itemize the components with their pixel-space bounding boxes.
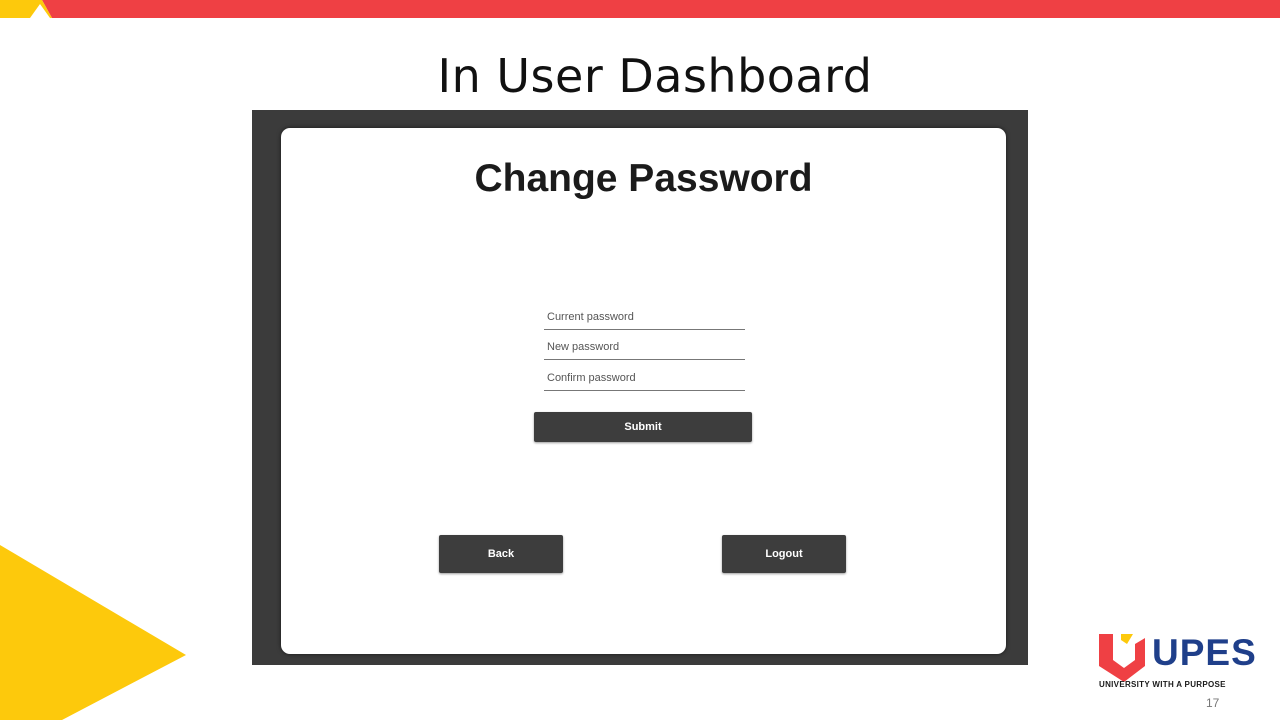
logout-button[interactable]: Logout	[722, 535, 846, 573]
yellow-triangle-decoration	[0, 545, 186, 720]
screenshot-frame: Change Password Submit Back Logout	[252, 110, 1028, 665]
submit-button[interactable]: Submit	[534, 412, 752, 442]
slide-title: In User Dashboard	[437, 49, 873, 103]
back-button[interactable]: Back	[439, 535, 563, 573]
top-accent-bar	[0, 0, 1280, 18]
confirm-password-field[interactable]	[544, 366, 745, 391]
new-password-field[interactable]	[544, 335, 745, 360]
panel-title: Change Password	[474, 157, 813, 200]
page-number: 17	[1206, 696, 1220, 710]
current-password-field[interactable]	[544, 305, 745, 330]
change-password-panel: Change Password Submit Back Logout	[281, 128, 1006, 654]
brand-tagline: UNIVERSITY WITH A PURPOSE	[1099, 680, 1226, 689]
brand-name: UPES	[1152, 632, 1257, 673]
